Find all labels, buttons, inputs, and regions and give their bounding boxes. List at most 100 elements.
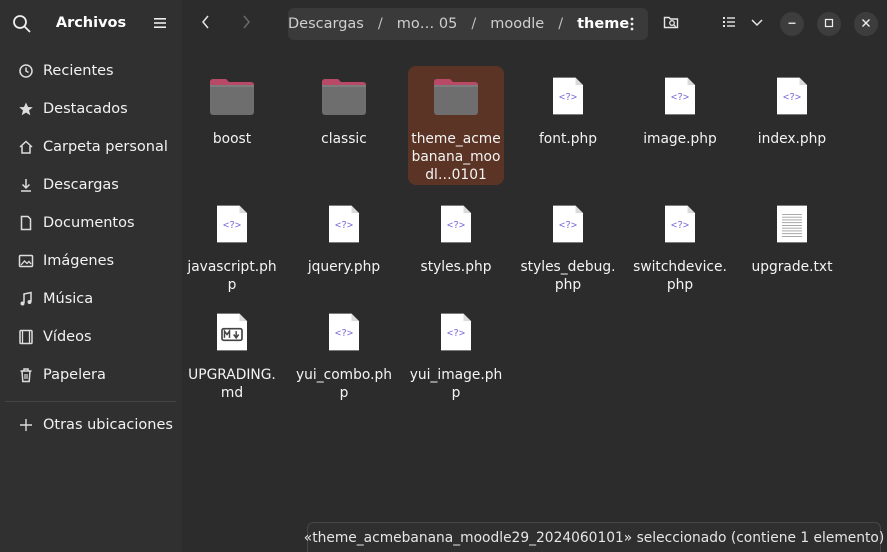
markdown-file-icon: [208, 308, 256, 356]
file-item[interactable]: <?> javascript.php: [184, 194, 280, 294]
text-file-icon: [768, 200, 816, 248]
sidebar-item-label: Otras ubicaciones: [43, 417, 173, 433]
hamburger-menu-icon[interactable]: [150, 13, 170, 33]
sidebar-item-label: Documentos: [43, 215, 135, 231]
file-item[interactable]: <?> yui_image.php: [408, 302, 504, 402]
file-name-label: switchdevice.php: [633, 259, 727, 293]
search-location-button[interactable]: [657, 10, 685, 38]
folder-item[interactable]: boost: [184, 66, 280, 148]
other-locations-section: Otras ubicaciones: [5, 406, 177, 444]
sidebar-item-musica[interactable]: Música: [5, 280, 177, 318]
sidebar-item-label: Recientes: [43, 63, 114, 79]
breadcrumb: Descargas / mo… 05 / moodle / theme: [288, 8, 633, 40]
sidebar-item-recientes[interactable]: Recientes: [5, 52, 177, 90]
file-name-label: javascript.php: [187, 259, 277, 293]
sidebar-item-documentos[interactable]: Documentos: [5, 204, 177, 242]
sidebar-item-imagenes[interactable]: Imágenes: [5, 242, 177, 280]
file-name-label: classic: [321, 131, 367, 147]
close-button[interactable]: [854, 12, 878, 36]
sidebar-item-destacados[interactable]: Destacados: [5, 90, 177, 128]
file-name-label: upgrade.txt: [751, 259, 833, 275]
breadcrumb-separator: /: [377, 16, 383, 32]
php-file-icon: <?>: [208, 200, 256, 248]
breadcrumb-separator: /: [558, 16, 564, 32]
sidebar-item-carpeta-personal[interactable]: Carpeta personal: [5, 128, 177, 166]
svg-text:<?>: <?>: [223, 220, 241, 231]
file-item[interactable]: upgrade.txt: [744, 194, 840, 276]
file-name-label: image.php: [643, 131, 717, 147]
file-item[interactable]: <?> styles.php: [408, 194, 504, 276]
svg-text:<?>: <?>: [783, 92, 801, 103]
php-file-icon: <?>: [656, 72, 704, 120]
clock-icon: [5, 63, 43, 79]
sidebar-item-papelera[interactable]: Papelera: [5, 356, 177, 394]
file-name-label: styles.php: [420, 259, 492, 275]
maximize-button[interactable]: [817, 12, 841, 36]
sidebar-item-label: Destacados: [43, 101, 128, 117]
path-bar: Descargas / mo… 05 / moodle / theme: [288, 8, 648, 40]
folder-icon: [208, 72, 256, 120]
file-item[interactable]: <?> index.php: [744, 66, 840, 148]
svg-text:<?>: <?>: [447, 220, 465, 231]
forward-button[interactable]: [232, 10, 260, 38]
php-file-icon: <?>: [768, 72, 816, 120]
sidebar-item-label: Imágenes: [43, 253, 115, 269]
minimize-icon: [785, 15, 799, 34]
view-list-button[interactable]: [715, 10, 743, 38]
status-bar: «theme_acmebanana_moodle29_2024060101» s…: [304, 522, 884, 552]
image-icon: [5, 253, 43, 269]
file-name-label: jquery.php: [307, 259, 381, 275]
file-item[interactable]: UPGRADING.md: [184, 302, 280, 402]
file-name-label: styles_debug.php: [520, 259, 616, 293]
star-icon: [5, 101, 43, 117]
sidebar-item-label: Vídeos: [43, 329, 92, 345]
breadcrumb-separator: /: [471, 16, 477, 32]
file-item[interactable]: <?> styles_debug.php: [520, 194, 616, 294]
file-name-label: UPGRADING.md: [188, 367, 276, 401]
breadcrumb-moodle-version[interactable]: mo… 05: [393, 16, 462, 32]
sidebar-item-descargas[interactable]: Descargas: [5, 166, 177, 204]
file-item[interactable]: <?> jquery.php: [296, 194, 392, 276]
sidebar-item-label: Carpeta personal: [43, 139, 168, 155]
svg-text:<?>: <?>: [559, 220, 577, 231]
sidebar-divider: [5, 401, 176, 402]
path-menu-icon[interactable]: [622, 14, 642, 34]
folder-item[interactable]: classic: [296, 66, 392, 148]
file-item[interactable]: <?> yui_combo.php: [296, 302, 392, 402]
svg-text:<?>: <?>: [335, 220, 353, 231]
places-list: Recientes Destacados Carpeta personal De…: [5, 52, 177, 394]
sidebar-item-otras-ubicaciones[interactable]: Otras ubicaciones: [5, 406, 177, 444]
sidebar-item-videos[interactable]: Vídeos: [5, 318, 177, 356]
sidebar-header: Archivos: [0, 0, 182, 47]
close-icon: [859, 15, 873, 34]
maximize-icon: [822, 15, 836, 34]
php-file-icon: <?>: [544, 72, 592, 120]
chevron-left-icon: [198, 14, 214, 34]
file-item[interactable]: <?> image.php: [632, 66, 728, 148]
file-item[interactable]: <?> font.php: [520, 66, 616, 148]
php-file-icon: <?>: [320, 200, 368, 248]
file-name-label: boost: [212, 131, 252, 147]
document-icon: [5, 215, 43, 231]
svg-text:<?>: <?>: [447, 328, 465, 339]
list-view-icon: [721, 14, 737, 34]
search-folder-icon: [663, 14, 679, 34]
home-icon: [5, 139, 43, 155]
folder-item[interactable]: theme_acmebanana_moodl…0101: [408, 66, 504, 185]
php-file-icon: <?>: [544, 200, 592, 248]
breadcrumb-moodle[interactable]: moodle: [486, 16, 548, 32]
download-icon: [5, 177, 43, 193]
file-name-label: yui_image.php: [409, 367, 503, 401]
file-item[interactable]: <?> switchdevice.php: [632, 194, 728, 294]
sidebar-item-label: Música: [43, 291, 94, 307]
svg-text:<?>: <?>: [335, 328, 353, 339]
php-file-icon: <?>: [320, 308, 368, 356]
minimize-button[interactable]: [780, 12, 804, 36]
file-name-label: index.php: [757, 131, 827, 147]
php-file-icon: <?>: [432, 308, 480, 356]
back-button[interactable]: [192, 10, 220, 38]
view-options-button[interactable]: [743, 10, 771, 38]
file-manager-window: Archivos Recientes Destacados Carpeta pe…: [0, 0, 887, 552]
breadcrumb-descargas[interactable]: Descargas: [288, 16, 368, 32]
file-name-label: theme_acmebanana_moodl…0101: [411, 131, 501, 183]
